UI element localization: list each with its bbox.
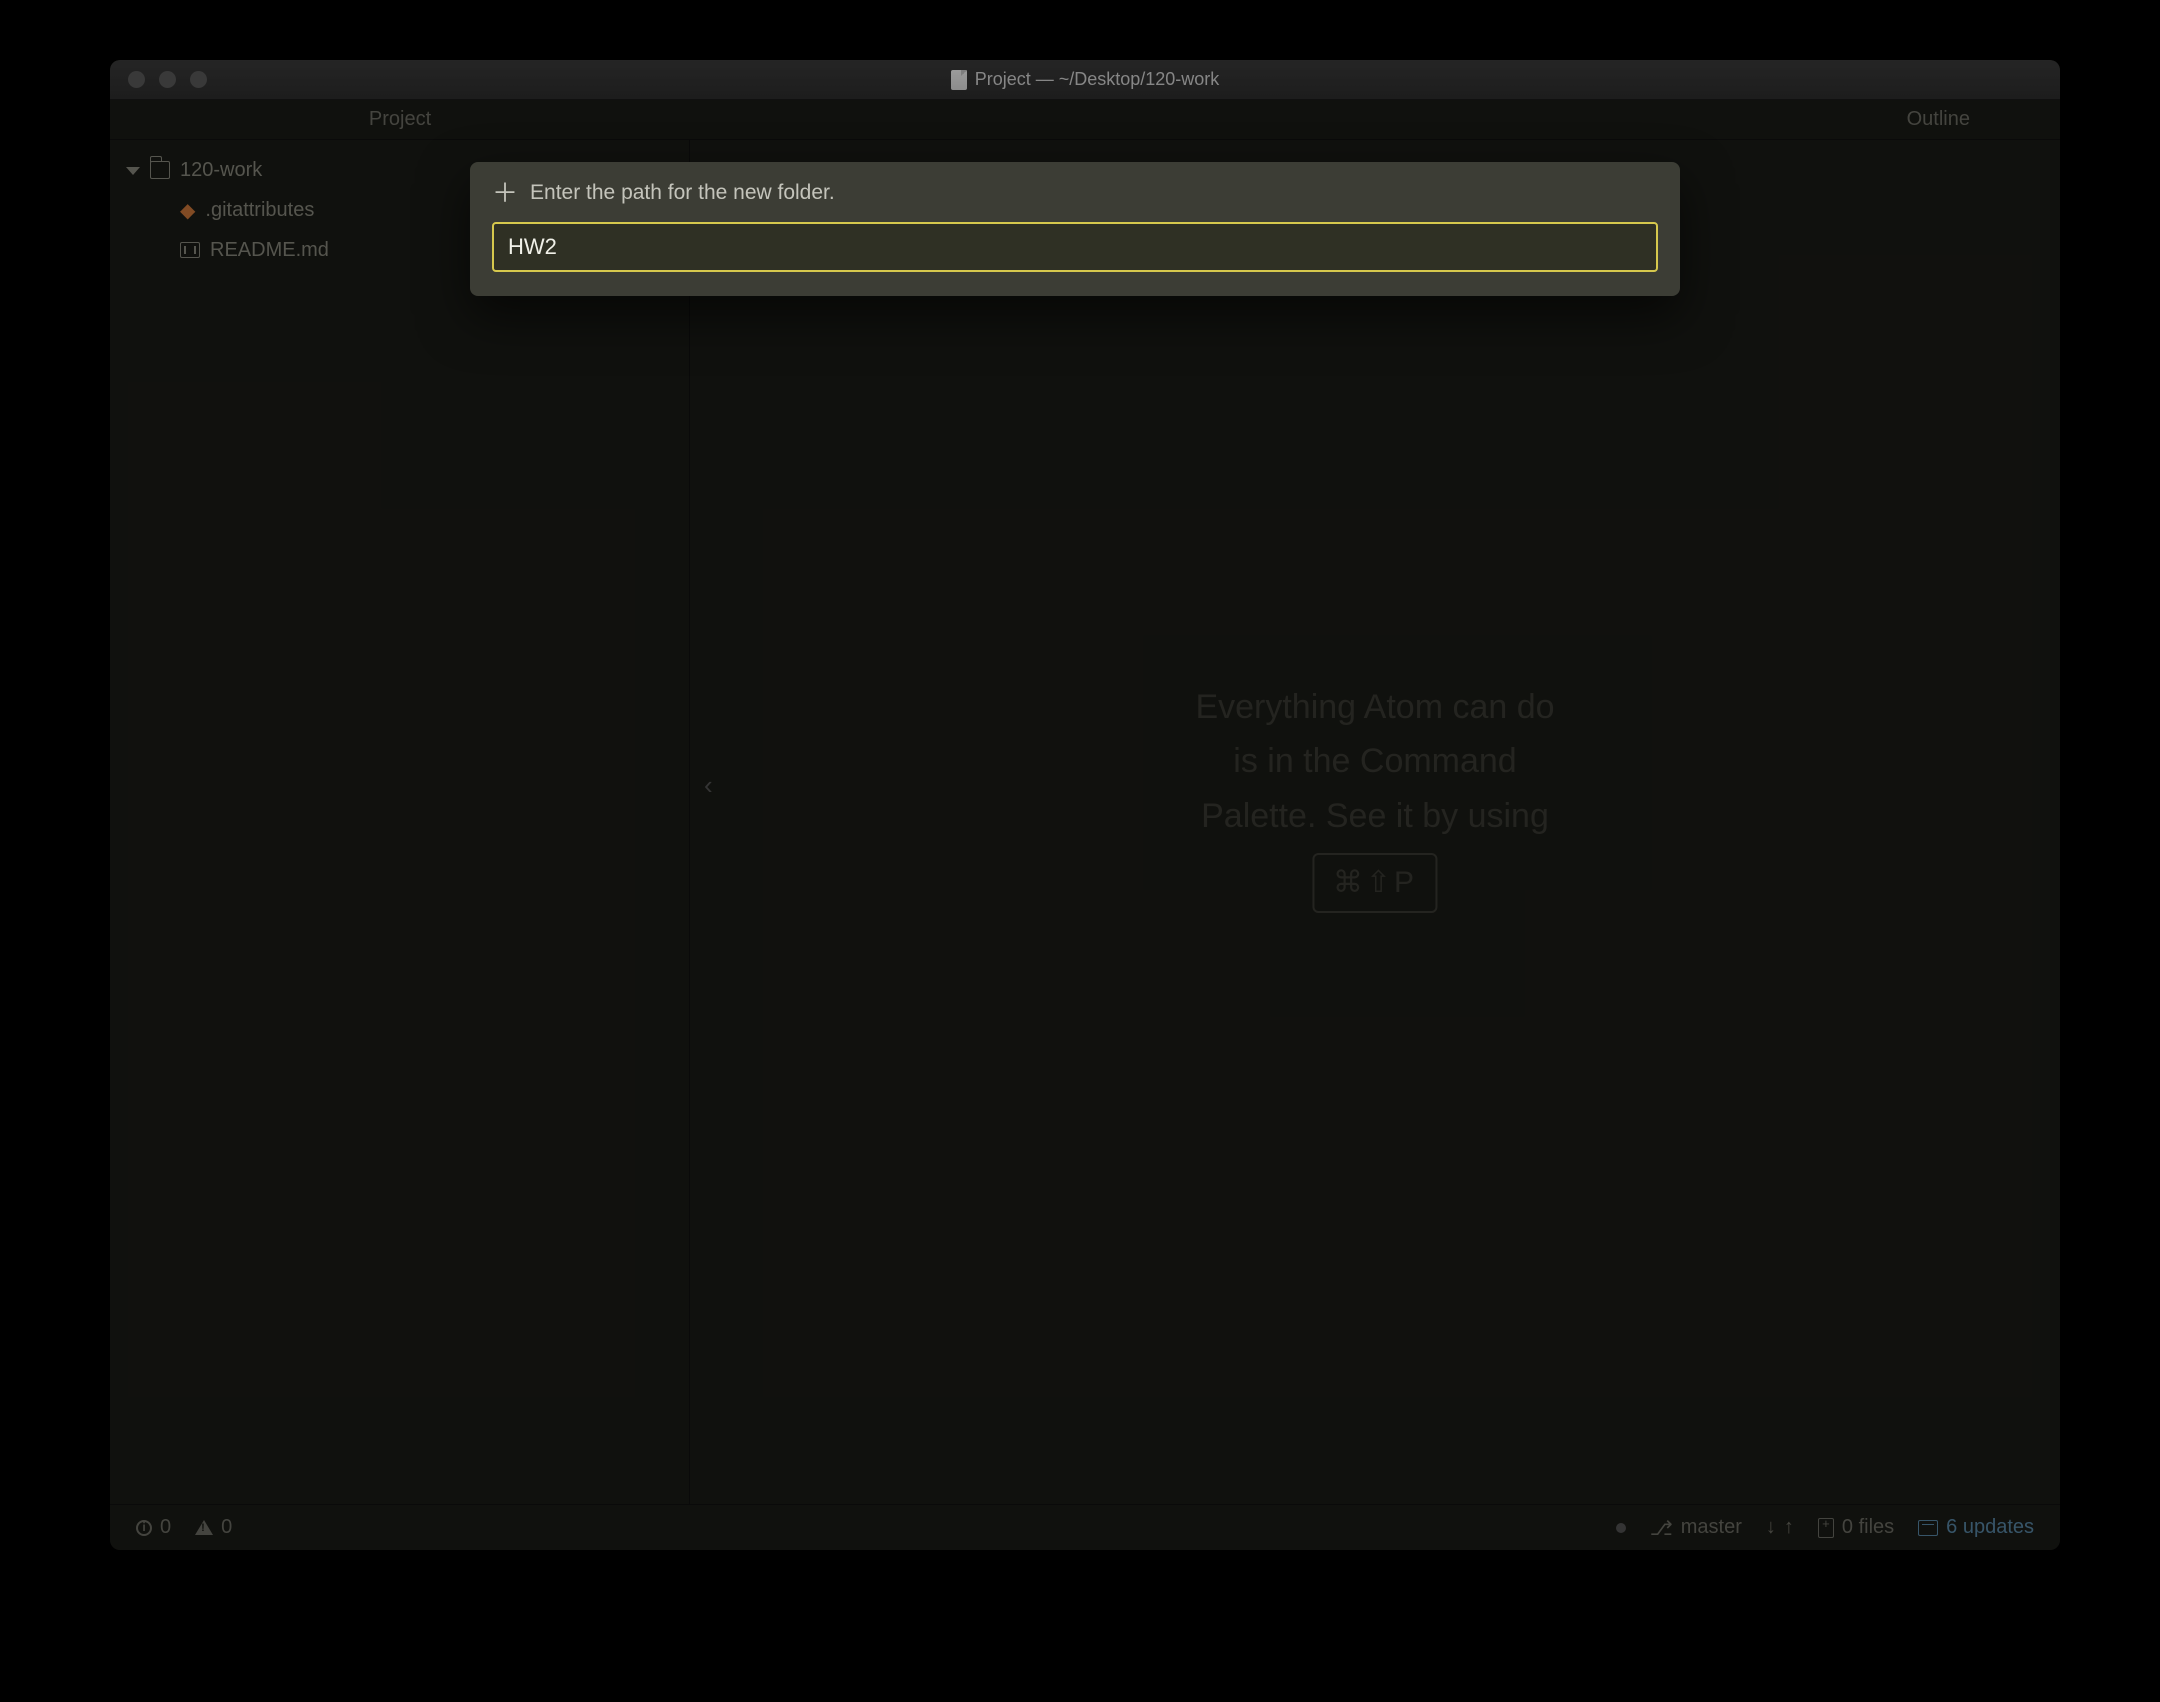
titlebar: Project — ~/Desktop/120-work [110,60,2060,100]
branch-name: master [1681,1516,1742,1539]
welcome-line: Everything Atom can do [1195,680,1554,734]
welcome-line: Palette. See it by using [1195,789,1554,843]
git-sync[interactable]: ↓ ↑ [1766,1516,1794,1539]
panel-tab-bar: Project Outline [110,100,2060,140]
git-files[interactable]: 0 files [1818,1516,1894,1539]
markdown-icon [180,242,200,258]
chevron-down-icon [126,167,140,175]
window-zoom-button[interactable] [190,71,207,88]
warning-icon [195,1520,213,1535]
new-folder-path-input[interactable] [492,222,1658,272]
project-tree[interactable]: 120-work ◆ .gitattributes README.md [110,140,690,1504]
tree-item-label: .gitattributes [205,199,314,222]
status-dot [1616,1523,1626,1533]
status-bar: 0 0 ⎇ master ↓ ↑ 0 files 6 update [110,1504,2060,1550]
package-icon [1918,1520,1938,1536]
git-branch[interactable]: ⎇ master [1650,1516,1742,1540]
tree-item-label: README.md [210,239,329,262]
tab-project[interactable]: Project [110,108,690,131]
welcome-line: is in the Command [1195,734,1554,788]
diagnostics-warn[interactable]: 0 [195,1516,232,1539]
window-close-button[interactable] [128,71,145,88]
branch-icon: ⎇ [1650,1516,1673,1540]
dialog-label: Enter the path for the new folder. [530,181,835,205]
window-minimize-button[interactable] [159,71,176,88]
plus-icon: ＋ [492,180,518,206]
folder-icon [150,161,170,179]
editor-pane: ‹ Everything Atom can do is in the Comma… [690,140,2060,1504]
new-folder-dialog: ＋ Enter the path for the new folder. [470,162,1680,296]
updates-status[interactable]: 6 updates [1918,1516,2034,1539]
git-icon: ◆ [180,198,195,223]
files-label: 0 files [1842,1516,1894,1539]
chevron-left-icon[interactable]: ‹ [704,770,713,801]
warn-count: 0 [221,1516,232,1539]
arrow-down-icon: ↓ [1766,1516,1776,1539]
info-count: 0 [160,1516,171,1539]
window-title: Project — ~/Desktop/120-work [975,69,1220,90]
keyboard-shortcut: ⌘⇧P [1313,853,1437,913]
tree-root-label: 120-work [180,159,262,182]
file-icon [951,70,967,90]
diagnostics-info[interactable]: 0 [136,1516,171,1539]
editor-window: Project — ~/Desktop/120-work Project Out… [110,60,2060,1550]
info-icon [136,1520,152,1536]
arrow-up-icon: ↑ [1784,1516,1794,1539]
updates-label: 6 updates [1946,1516,2034,1539]
diff-icon [1818,1518,1834,1538]
welcome-hint: Everything Atom can do is in the Command… [1195,680,1554,913]
tab-outline[interactable]: Outline [690,108,2060,131]
